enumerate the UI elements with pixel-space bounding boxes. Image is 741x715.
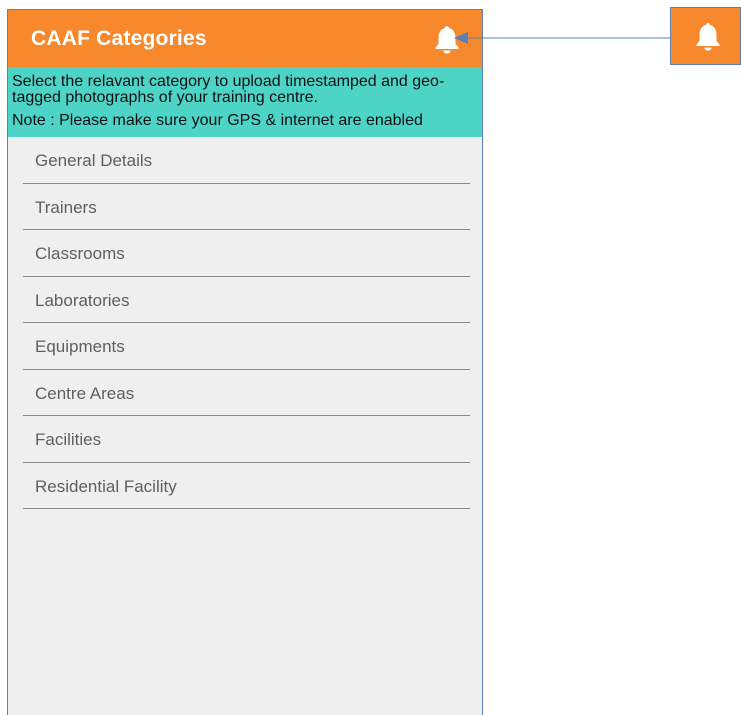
category-item-classrooms[interactable]: Classrooms — [23, 230, 470, 277]
category-item-equipments[interactable]: Equipments — [23, 323, 470, 370]
annotated-screenshot: CAAF Categories Select the relavant cate… — [0, 0, 741, 715]
category-item-facilities[interactable]: Facilities — [23, 416, 470, 463]
note-text: Note : Please make sure your GPS & inter… — [12, 112, 423, 129]
instruction-text: Select the relavant category to upload t… — [12, 73, 445, 106]
category-list: General Details Trainers Classrooms Labo… — [8, 137, 482, 509]
bell-icon — [695, 21, 721, 51]
category-item-general-details[interactable]: General Details — [23, 137, 470, 184]
category-item-residential-facility[interactable]: Residential Facility — [23, 463, 470, 509]
info-banner: Select the relavant category to upload t… — [8, 67, 482, 137]
app-bar: CAAF Categories — [8, 10, 482, 67]
bell-callout — [670, 7, 741, 65]
category-item-centre-areas[interactable]: Centre Areas — [23, 370, 470, 416]
page-title: CAAF Categories — [31, 27, 207, 50]
category-item-laboratories[interactable]: Laboratories — [23, 277, 470, 323]
category-item-trainers[interactable]: Trainers — [23, 184, 470, 230]
phone-screen: CAAF Categories Select the relavant cate… — [7, 9, 483, 715]
bell-icon[interactable] — [434, 24, 460, 54]
